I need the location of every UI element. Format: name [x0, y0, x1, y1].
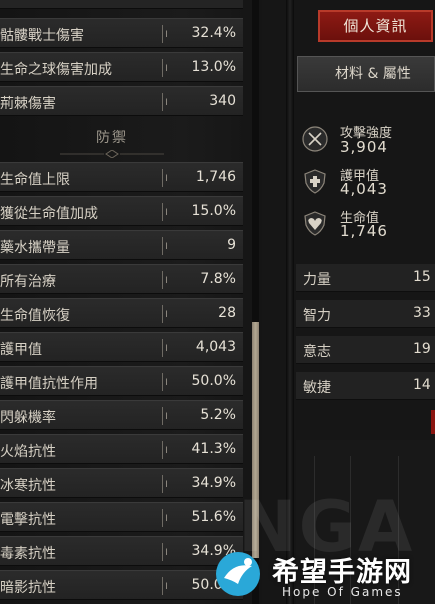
defense-stat-row[interactable]: 護甲值抗性作用 50.0%: [0, 366, 243, 396]
defense-stat-row[interactable]: 電擊抗性 51.6%: [0, 502, 243, 532]
site-name-en: Hope Of Games: [282, 585, 403, 599]
section-ornament-icon: [60, 150, 164, 158]
defense-stat-row[interactable]: 獲從生命值加成 15.0%: [0, 196, 243, 226]
red-accent-strip: [431, 410, 435, 434]
life-value: 1,746: [340, 222, 388, 240]
stat-value: 4,043: [195, 339, 236, 355]
stat-label: 荊棘傷害: [0, 96, 56, 112]
defense-stat-row[interactable]: 閃躲機率 5.2%: [0, 400, 243, 430]
shield-icon: [304, 169, 326, 194]
hope-of-games-logo-icon: [216, 552, 260, 596]
attribute-value: 15: [413, 269, 431, 285]
row-separator-icon: [162, 237, 167, 255]
profile-button[interactable]: 個人資訊: [318, 10, 433, 42]
swords-icon: [302, 126, 328, 152]
stat-value: 15.0%: [191, 203, 236, 219]
site-name-cn: 希望手游网: [272, 557, 412, 588]
attribute-name: 力量: [303, 272, 331, 288]
row-separator-icon: [162, 59, 167, 77]
stat-label: 獲從生命值加成: [0, 206, 98, 222]
offense-stat-row[interactable]: 生命之球傷害加成 13.0%: [0, 52, 243, 82]
row-separator-icon: [162, 407, 167, 425]
stat-label: 生命值恢復: [0, 308, 70, 324]
defense-stat-row[interactable]: 所有治療 7.8%: [0, 264, 243, 294]
attribute-row-willpower: 意志 19: [296, 336, 435, 364]
row-separator-icon: [162, 509, 167, 527]
row-separator-icon: [162, 373, 167, 391]
row-separator-icon: [162, 577, 167, 595]
stat-value: 41.3%: [191, 441, 236, 457]
row-separator-icon: [162, 93, 167, 111]
stat-label: 暗影抗性: [0, 580, 56, 596]
defense-stat-row[interactable]: 藥水攜帶量 9: [0, 230, 243, 260]
row-separator-icon: [162, 169, 167, 187]
stat-label: 生命值上限: [0, 172, 70, 188]
defense-stat-row[interactable]: 冰寒抗性 34.9%: [0, 468, 243, 498]
stat-value: 50.0%: [191, 373, 236, 389]
attribute-row-intelligence: 智力 33: [296, 300, 435, 328]
heart-icon: [304, 211, 326, 236]
stat-value: 13.0%: [191, 59, 236, 75]
stat-label: 閃躲機率: [0, 410, 56, 426]
stat-label: 藥水攜帶量: [0, 240, 70, 256]
attribute-row-dexterity: 敏捷 14: [296, 372, 435, 400]
stat-value: 1,746: [195, 169, 236, 185]
stat-label: 護甲值抗性作用: [0, 376, 98, 392]
stat-label: 護甲值: [0, 342, 42, 358]
row-separator-icon: [162, 543, 167, 561]
character-stats-panel: 骷髏戰士傷害 32.4% 生命之球傷害加成 13.0% 荊棘傷害 340 防禦 生命值上限…: [0, 0, 262, 604]
stat-value: 5.2%: [200, 407, 236, 423]
row-separator-icon: [162, 339, 167, 357]
defense-stat-row[interactable]: 火焰抗性 41.3%: [0, 434, 243, 464]
row-separator-icon: [162, 203, 167, 221]
stat-label: 電擊抗性: [0, 512, 56, 528]
defense-section-title: 防禦: [96, 130, 128, 146]
offense-stat-row[interactable]: 荊棘傷害 340: [0, 86, 243, 116]
row-separator-icon: [162, 441, 167, 459]
stat-value: 34.9%: [191, 475, 236, 491]
stat-value: 9: [227, 237, 236, 253]
attribute-value: 33: [413, 305, 431, 321]
attribute-name: 意志: [303, 344, 331, 360]
row-separator-icon: [162, 271, 167, 289]
stat-value: 340: [209, 93, 236, 109]
defense-stat-row[interactable]: 暗影抗性 50.0%: [0, 570, 243, 600]
partial-stat-row: [0, 0, 243, 9]
defense-stat-row[interactable]: 生命值恢復 28: [0, 298, 243, 328]
row-separator-icon: [162, 305, 167, 323]
stat-label: 冰寒抗性: [0, 478, 56, 494]
stat-label: 所有治療: [0, 274, 56, 290]
row-separator-icon: [162, 25, 167, 43]
defense-stat-row[interactable]: 護甲值 4,043: [0, 332, 243, 362]
offense-stat-row[interactable]: 骷髏戰士傷害 32.4%: [0, 18, 243, 48]
stat-value: 32.4%: [191, 25, 236, 41]
stat-label: 火焰抗性: [0, 444, 56, 460]
defense-stat-row[interactable]: 生命值上限 1,746: [0, 162, 243, 192]
stat-label: 骷髏戰士傷害: [0, 28, 84, 44]
attack-power-value: 3,904: [340, 138, 388, 156]
stat-value: 28: [218, 305, 236, 321]
row-separator-icon: [162, 475, 167, 493]
stat-label: 毒素抗性: [0, 546, 56, 562]
stat-label: 生命之球傷害加成: [0, 62, 112, 78]
armor-value: 4,043: [340, 180, 388, 198]
attribute-row-strength: 力量 15: [296, 264, 435, 292]
defense-stat-row[interactable]: 毒素抗性 34.9%: [0, 536, 243, 566]
stat-value: 51.6%: [191, 509, 236, 525]
attribute-name: 敏捷: [303, 380, 331, 396]
stat-value: 7.8%: [200, 271, 236, 287]
materials-attributes-tab[interactable]: 材料 & 屬性: [297, 56, 435, 92]
attribute-value: 14: [413, 377, 431, 393]
attribute-value: 19: [413, 341, 431, 357]
attribute-name: 智力: [303, 308, 331, 324]
